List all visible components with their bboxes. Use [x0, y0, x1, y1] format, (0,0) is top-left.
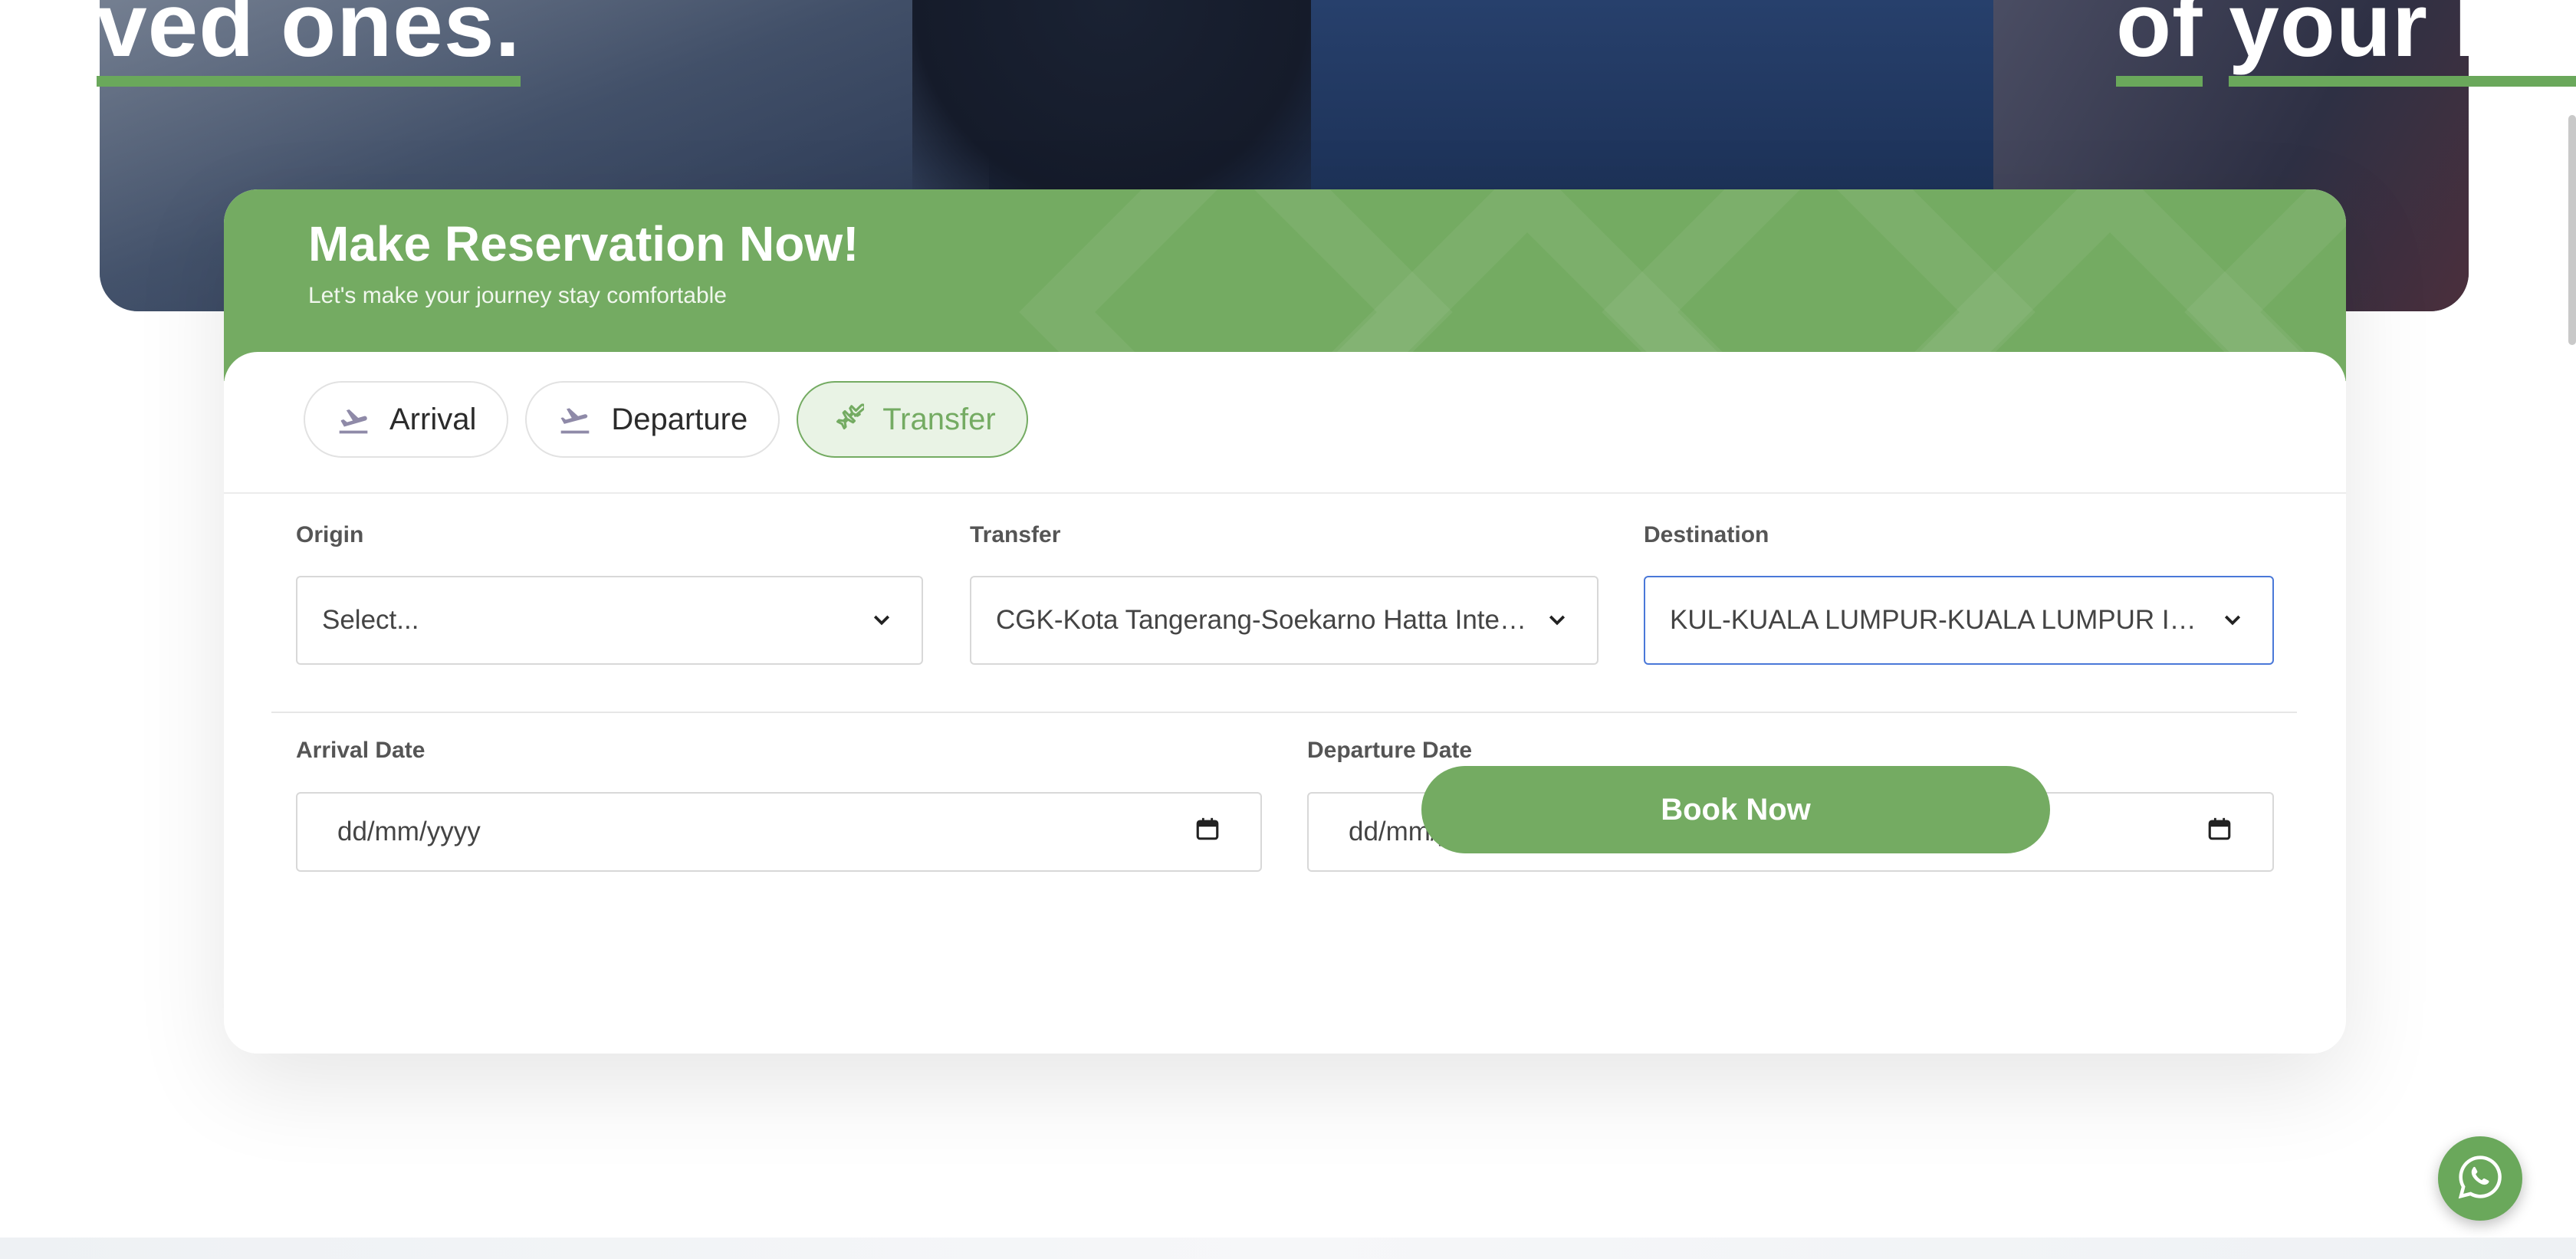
hero-headline-left-dot: .	[495, 0, 521, 87]
hero-headline-right: of your lov	[2116, 0, 2576, 87]
destination-value: KUL-KUALA LUMPUR-KUALA LUMPUR INTE...	[1670, 605, 2202, 635]
plane-takeoff-icon	[557, 402, 593, 437]
departure-date-label: Departure Date	[1307, 738, 1473, 763]
reservation-form: Arrival Departure Transfer Origin Select…	[224, 352, 2346, 1054]
origin-select[interactable]: Select...	[296, 576, 923, 665]
reservation-title: Make Reservation Now!	[308, 216, 859, 271]
destination-label: Destination	[1644, 522, 1769, 547]
next-section-edge	[0, 1238, 2576, 1259]
tab-transfer-label: Transfer	[882, 402, 996, 436]
hero-photo-figure	[912, 0, 1311, 199]
origin-value: Select...	[322, 605, 419, 635]
tab-departure[interactable]: Departure	[525, 381, 780, 458]
form-divider	[271, 712, 2297, 713]
origin-label: Origin	[296, 522, 364, 547]
tabs-divider	[224, 492, 2346, 494]
page-scrollbar[interactable]	[2568, 115, 2576, 345]
whatsapp-button[interactable]	[2438, 1136, 2522, 1221]
tab-departure-label: Departure	[611, 402, 748, 436]
transfer-label: Transfer	[970, 522, 1061, 547]
hero-headline-right-main: your lov	[2229, 0, 2576, 87]
transfer-value: CGK-Kota Tangerang-Soekarno Hatta Inter.…	[996, 605, 1526, 635]
hero-photo-middle	[1311, 0, 2001, 192]
destination-select[interactable]: KUL-KUALA LUMPUR-KUALA LUMPUR INTE...	[1644, 576, 2274, 665]
chevron-down-icon	[866, 605, 897, 636]
tab-transfer[interactable]: Transfer	[797, 381, 1028, 458]
hero-headline-left-main: ved ones	[97, 0, 495, 87]
book-now-button[interactable]: Book Now	[1421, 766, 2050, 853]
calendar-icon[interactable]	[2206, 816, 2233, 849]
chevron-down-icon	[2217, 605, 2248, 636]
hero-headline-right-of: of	[2116, 0, 2203, 87]
transfer-select[interactable]: CGK-Kota Tangerang-Soekarno Hatta Inter.…	[970, 576, 1598, 665]
arrival-date-input[interactable]: dd/mm/yyyy	[296, 792, 1262, 872]
hero-headline-left: ved ones.	[97, 0, 521, 87]
tab-arrival[interactable]: Arrival	[304, 381, 509, 458]
reservation-subtitle: Let's make your journey stay comfortable	[308, 283, 727, 308]
reservation-card: Make Reservation Now! Let's make your jo…	[224, 189, 2346, 1054]
arrival-date-placeholder: dd/mm/yyyy	[337, 817, 481, 846]
calendar-icon[interactable]	[1194, 816, 1221, 849]
whatsapp-icon	[2456, 1152, 2505, 1205]
chevron-down-icon	[1542, 605, 1572, 636]
arrival-date-label: Arrival Date	[296, 738, 426, 763]
plane-transfer-icon	[829, 402, 865, 437]
trip-type-tabs: Arrival Departure Transfer	[304, 381, 1028, 458]
tab-arrival-label: Arrival	[389, 402, 477, 436]
plane-landing-icon	[336, 402, 371, 437]
